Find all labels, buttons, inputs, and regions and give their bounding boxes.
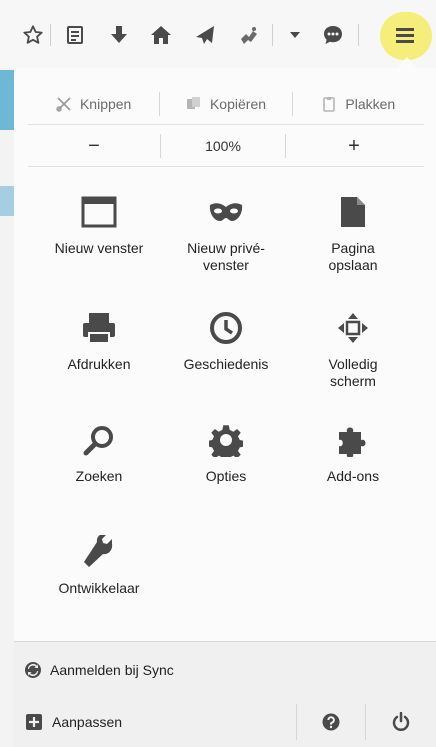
power-icon: [392, 712, 410, 731]
page-background-edge: [0, 68, 15, 747]
sync-icon: [25, 661, 41, 678]
options-button[interactable]: Opties: [163, 420, 289, 530]
mask-icon: [206, 192, 246, 232]
item-label: Zoeken: [75, 468, 123, 484]
copy-button[interactable]: Kopiëren: [160, 85, 291, 123]
panel-footer: Aanpassen: [14, 697, 436, 747]
clipboard-icon: [323, 97, 336, 112]
cut-button[interactable]: Knippen: [28, 85, 159, 123]
item-label: Geschiedenis: [183, 356, 269, 372]
addons-button[interactable]: Add-ons: [290, 420, 416, 530]
reading-list-icon[interactable]: [60, 20, 90, 50]
paste-button[interactable]: Plakken: [293, 85, 424, 123]
zoom-controls: − 100% +: [28, 126, 424, 166]
toolbar-separator: [358, 24, 359, 46]
clock-icon: [206, 308, 246, 348]
divider: [28, 166, 424, 167]
hamburger-menu-icon[interactable]: [390, 20, 420, 50]
plus-box-icon: [26, 714, 42, 730]
window-icon: [79, 192, 119, 232]
page-edge-accent: [0, 70, 14, 130]
fullscreen-icon: [333, 308, 373, 348]
new-window-button[interactable]: Nieuw venster: [36, 192, 162, 302]
item-label: Afdrukken: [67, 356, 131, 372]
toolbar-separator: [272, 24, 273, 46]
edit-controls: Knippen Kopiëren Plakken: [28, 85, 424, 123]
puzzle-icon: [333, 420, 373, 460]
item-label: Add-ons: [326, 468, 380, 484]
panel-arrow: [397, 57, 417, 68]
find-button[interactable]: Zoeken: [36, 420, 162, 530]
item-label: Nieuw venster: [54, 240, 144, 256]
page-edge-accent: [0, 186, 14, 216]
printer-icon: [79, 308, 119, 348]
item-label: Ontwikkelaar: [58, 580, 140, 596]
developer-button[interactable]: Ontwikkelaar: [36, 532, 162, 642]
toolbar-separator: [50, 24, 51, 46]
cut-label: Knippen: [79, 96, 132, 112]
copy-icon: [186, 97, 200, 109]
star-icon[interactable]: [18, 20, 48, 50]
save-page-button[interactable]: Pagina opslaan: [290, 192, 416, 302]
zoom-reset-button[interactable]: 100%: [161, 126, 285, 166]
customize-label: Aanpassen: [52, 714, 123, 730]
home-icon[interactable]: [146, 20, 176, 50]
print-button[interactable]: Afdrukken: [36, 308, 162, 418]
help-button[interactable]: [297, 697, 365, 747]
item-label: Opties: [205, 468, 247, 484]
item-label: Pagina opslaan: [328, 240, 378, 273]
paste-label: Plakken: [345, 96, 396, 112]
zoom-in-button[interactable]: +: [286, 126, 422, 166]
page-icon: [333, 192, 373, 232]
zoom-out-button[interactable]: −: [28, 126, 160, 166]
send-icon[interactable]: [190, 20, 220, 50]
search-icon: [79, 420, 119, 460]
help-icon: [322, 713, 340, 731]
gear-icon: [206, 420, 246, 460]
wrench-icon: [79, 532, 119, 572]
chat-icon[interactable]: [318, 20, 348, 50]
scissors-icon: [56, 97, 71, 112]
extension-icon[interactable]: [234, 20, 264, 50]
app-menu-panel: Knippen Kopiëren Plakken − 100% + Nieuw …: [14, 68, 436, 747]
copy-label: Kopiëren: [209, 96, 267, 112]
navigation-toolbar: [0, 0, 436, 69]
fullscreen-button[interactable]: Volledig scherm: [290, 308, 416, 418]
quit-button[interactable]: [366, 697, 436, 747]
item-label: Volledig scherm: [328, 356, 378, 389]
download-icon[interactable]: [104, 20, 134, 50]
history-button[interactable]: Geschiedenis: [163, 308, 289, 418]
divider: [28, 124, 424, 125]
new-private-window-button[interactable]: Nieuw privé-venster: [163, 192, 289, 302]
customize-button[interactable]: Aanpassen: [14, 697, 296, 747]
sync-label: Aanmelden bij Sync: [50, 661, 174, 678]
item-label: Nieuw privé-venster: [187, 240, 265, 273]
sync-button[interactable]: Aanmelden bij Sync: [14, 641, 436, 698]
dropdown-icon[interactable]: [280, 20, 310, 50]
